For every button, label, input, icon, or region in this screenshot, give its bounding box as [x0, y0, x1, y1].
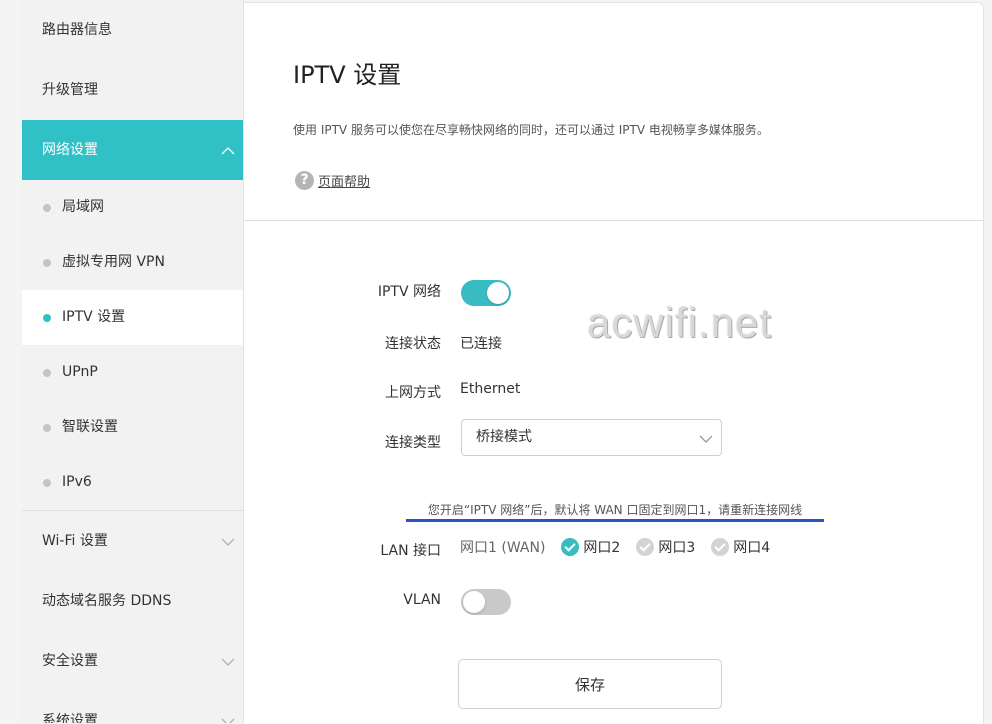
- lan-interface-label: LAN 接口: [380, 543, 441, 559]
- sidebar-item-label: Wi-Fi 设置: [42, 533, 108, 549]
- sidebar-item-label: 系统设置: [42, 713, 98, 723]
- save-button[interactable]: 保存: [458, 659, 722, 709]
- sidebar-item-label: 路由器信息: [42, 22, 112, 38]
- vlan-toggle[interactable]: [461, 589, 511, 615]
- main-content: IPTV 设置 使用 IPTV 服务可以使您在尽享畅快网络的同时，还可以通过 I…: [244, 2, 984, 724]
- bullet-dot: [43, 204, 51, 212]
- port-3-checkbox[interactable]: 网口3: [636, 537, 695, 557]
- lan-ports: 网口1 (WAN) 网口2 网口3 网口4: [460, 537, 786, 557]
- sidebar-item-label: UPnP: [62, 364, 98, 380]
- check-circle-icon: [711, 538, 730, 556]
- sidebar-item-smart-link[interactable]: 智联设置: [22, 400, 243, 455]
- port-label: 网口4: [733, 540, 771, 556]
- help-link[interactable]: 页面帮助: [318, 171, 370, 190]
- chevron-down-icon: [221, 718, 235, 723]
- sidebar-item-wifi[interactable]: Wi-Fi 设置: [22, 511, 243, 571]
- access-method-value: Ethernet: [460, 381, 521, 397]
- vlan-label: VLAN: [403, 592, 441, 608]
- chevron-down-icon: [221, 658, 235, 666]
- connection-status-label: 连接状态: [385, 336, 441, 352]
- toggle-knob: [487, 282, 509, 304]
- bullet-dot: [43, 314, 51, 322]
- sidebar-item-label: IPTV 设置: [62, 309, 126, 325]
- page-header: IPTV 设置 使用 IPTV 服务可以使您在尽享畅快网络的同时，还可以通过 I…: [244, 3, 983, 221]
- question-circle-icon[interactable]: ?: [295, 170, 314, 190]
- page-description: 使用 IPTV 服务可以使您在尽享畅快网络的同时，还可以通过 IPTV 电视畅享…: [293, 123, 769, 137]
- port-label: 网口3: [658, 540, 696, 556]
- sidebar-item-label: 局域网: [62, 199, 104, 215]
- sidebar-item-upgrade[interactable]: 升级管理: [22, 60, 243, 120]
- bullet-dot: [43, 479, 51, 487]
- wan-port-notice: 您开启“IPTV 网络”后，默认将 WAN 口固定到网口1，请重新连接网线: [427, 503, 803, 517]
- connection-type-value: 桥接模式: [476, 429, 532, 445]
- iptv-network-label: IPTV 网络: [377, 284, 441, 300]
- notice-underline: [406, 519, 824, 522]
- sidebar-item-label: 安全设置: [42, 653, 98, 669]
- port-wan-label: 网口1 (WAN): [460, 540, 546, 556]
- sidebar-item-iptv[interactable]: IPTV 设置: [22, 290, 243, 345]
- sidebar-item-network-settings[interactable]: 网络设置: [22, 120, 243, 180]
- connection-type-label: 连接类型: [385, 435, 441, 451]
- bullet-dot: [43, 369, 51, 377]
- connection-status-value: 已连接: [460, 336, 502, 352]
- port-2-checkbox[interactable]: 网口2: [561, 537, 620, 557]
- sidebar-item-label: 智联设置: [62, 419, 118, 435]
- sidebar-item-security[interactable]: 安全设置: [22, 631, 243, 691]
- check-circle-icon: [636, 538, 655, 556]
- bullet-dot: [43, 259, 51, 267]
- check-circle-icon: [561, 538, 580, 556]
- sidebar-item-label: 虚拟专用网 VPN: [62, 254, 165, 270]
- toggle-knob: [463, 591, 485, 613]
- port-label: 网口2: [583, 540, 621, 556]
- chevron-up-icon: [221, 147, 235, 155]
- sidebar-item-label: 动态域名服务 DDNS: [42, 593, 172, 609]
- sidebar-item-ipv6[interactable]: IPv6: [22, 455, 243, 510]
- sidebar-item-vpn[interactable]: 虚拟专用网 VPN: [22, 235, 243, 290]
- page-title: IPTV 设置: [293, 61, 402, 89]
- sidebar: 路由器信息 升级管理 网络设置 局域网 虚拟专用网 VPN IPTV 设置 UP…: [22, 0, 244, 723]
- watermark: acwifi.net: [587, 299, 773, 346]
- sidebar-item-ddns[interactable]: 动态域名服务 DDNS: [22, 571, 243, 631]
- chevron-down-icon: [221, 538, 235, 546]
- sidebar-item-label: IPv6: [62, 474, 92, 490]
- chevron-down-icon: [699, 435, 713, 443]
- iptv-network-toggle[interactable]: [461, 280, 511, 306]
- port-4-checkbox[interactable]: 网口4: [711, 537, 770, 557]
- sidebar-item-lan[interactable]: 局域网: [22, 180, 243, 235]
- bullet-dot: [43, 424, 51, 432]
- sidebar-item-router-info[interactable]: 路由器信息: [22, 0, 243, 60]
- connection-type-select[interactable]: 桥接模式: [461, 419, 722, 456]
- sidebar-item-system[interactable]: 系统设置: [22, 691, 243, 723]
- access-method-label: 上网方式: [385, 385, 441, 401]
- sidebar-item-label: 升级管理: [42, 82, 98, 98]
- sidebar-item-upnp[interactable]: UPnP: [22, 345, 243, 400]
- sidebar-item-label: 网络设置: [42, 142, 98, 158]
- help-area: ? 页面帮助: [295, 170, 370, 190]
